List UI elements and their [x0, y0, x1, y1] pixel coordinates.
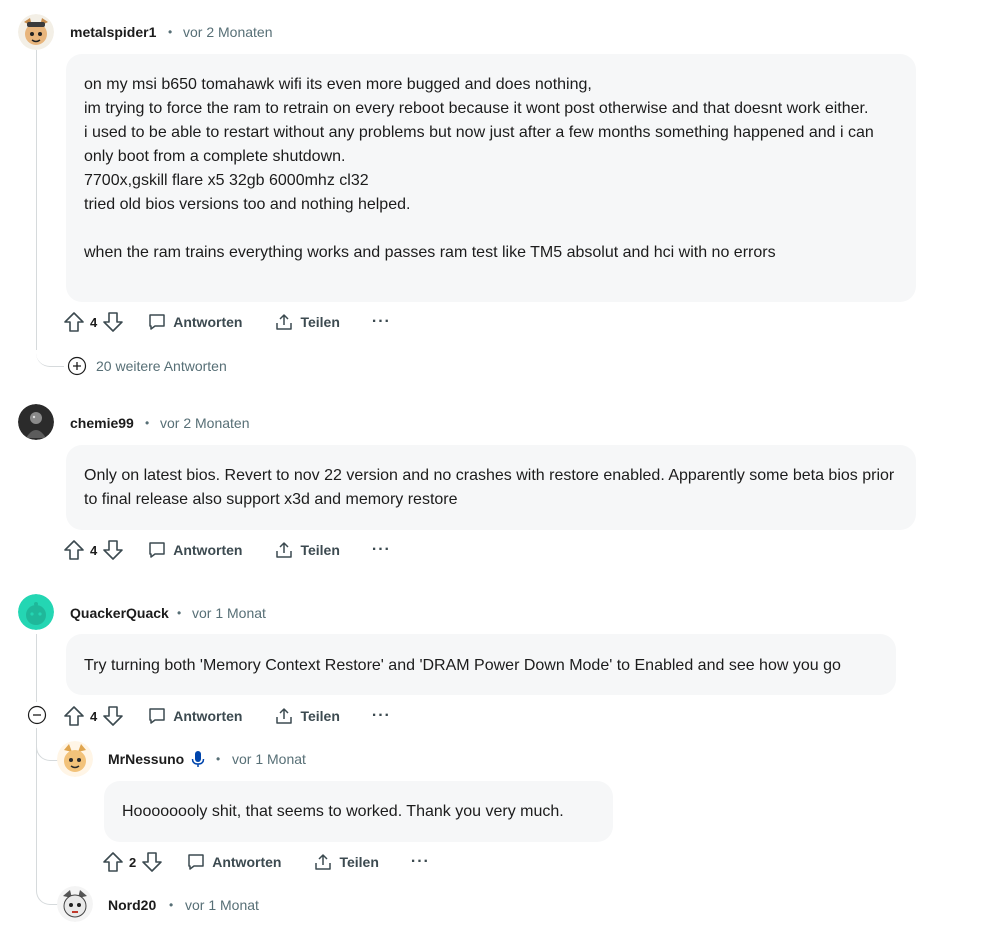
reply-button[interactable]: Antworten [147, 706, 242, 726]
timestamp[interactable]: vor 2 Monaten [160, 415, 250, 431]
reply-label: Antworten [173, 314, 243, 330]
more-options-button[interactable]: ··· [372, 541, 391, 559]
timestamp[interactable]: vor 1 Monat [185, 897, 259, 913]
username[interactable]: QuackerQuack [70, 605, 169, 621]
meta-separator: • [177, 606, 182, 620]
upvote-icon[interactable] [62, 310, 86, 334]
comment-text: on my msi b650 tomahawk wifi its even mo… [84, 76, 874, 261]
timestamp[interactable]: vor 1 Monat [232, 751, 306, 767]
avatar[interactable] [18, 594, 54, 630]
upvote-icon[interactable] [62, 538, 86, 562]
more-replies-link[interactable]: 20 weitere Antworten [67, 356, 227, 376]
username[interactable]: chemie99 [70, 415, 134, 431]
share-label: Teilen [339, 854, 379, 870]
comment-actions: 4 Antworten Teilen ··· [62, 308, 391, 336]
username[interactable]: metalspider1 [70, 24, 156, 40]
reply-label: Antworten [173, 708, 243, 724]
reply-label: Antworten [212, 854, 282, 870]
username[interactable]: Nord20 [108, 897, 156, 913]
upvote-icon[interactable] [62, 704, 86, 728]
thread-curve-metalspider [36, 340, 64, 367]
minus-circle-icon [27, 705, 47, 725]
share-button[interactable]: Teilen [274, 540, 340, 560]
avatar[interactable] [57, 741, 93, 777]
comment-icon [149, 542, 165, 558]
comment-text: Only on latest bios. Revert to nov 22 ve… [84, 467, 899, 508]
downvote-icon[interactable] [101, 310, 125, 334]
share-icon [315, 854, 332, 870]
comment-text: Hoooooooly shit, that seems to worked. T… [122, 803, 564, 820]
vote-count: 4 [90, 542, 98, 558]
share-icon [276, 708, 293, 724]
comment-icon [188, 854, 204, 870]
avatar[interactable] [18, 404, 54, 440]
more-replies-label: 20 weitere Antworten [96, 358, 227, 374]
share-button[interactable]: Teilen [313, 852, 379, 872]
microphone-icon [191, 751, 205, 773]
reply-button[interactable]: Antworten [186, 852, 281, 872]
comment-icon [149, 708, 165, 724]
avatar[interactable] [57, 886, 93, 922]
share-label: Teilen [300, 708, 340, 724]
meta-separator: • [168, 25, 173, 39]
more-options-button[interactable]: ··· [411, 853, 430, 871]
plus-circle-icon [67, 356, 87, 376]
share-icon [276, 314, 293, 330]
reply-button[interactable]: Antworten [147, 312, 242, 332]
downvote-icon[interactable] [140, 850, 164, 874]
reply-label: Antworten [173, 542, 243, 558]
meta-separator: • [145, 416, 150, 430]
vote-count: 4 [90, 314, 98, 330]
meta-separator: • [216, 752, 221, 766]
timestamp[interactable]: vor 2 Monaten [183, 24, 273, 40]
collapse-thread-button[interactable] [27, 705, 47, 725]
more-options-button[interactable]: ··· [372, 707, 391, 725]
timestamp[interactable]: vor 1 Monat [192, 605, 266, 621]
meta-separator: • [169, 898, 174, 912]
downvote-icon[interactable] [101, 704, 125, 728]
vote-count: 4 [90, 708, 98, 724]
upvote-icon[interactable] [101, 850, 125, 874]
share-button[interactable]: Teilen [274, 706, 340, 726]
thread-line-quacker[interactable] [36, 634, 37, 702]
avatar[interactable] [18, 14, 54, 50]
vote-count: 2 [129, 854, 137, 870]
share-button[interactable]: Teilen [274, 312, 340, 332]
reply-button[interactable]: Antworten [147, 540, 242, 560]
share-icon [276, 542, 293, 558]
thread-line-metalspider[interactable] [36, 50, 37, 350]
comment-icon [149, 314, 165, 330]
downvote-icon[interactable] [101, 538, 125, 562]
share-label: Teilen [300, 314, 340, 330]
username[interactable]: MrNessuno [108, 751, 184, 767]
comment-actions: 2 Antworten Teilen ··· [101, 848, 430, 876]
comment-text: Try turning both 'Memory Context Restore… [84, 657, 841, 674]
more-options-button[interactable]: ··· [372, 313, 391, 331]
comment-actions: 4 Antworten Teilen ··· [62, 536, 391, 564]
share-label: Teilen [300, 542, 340, 558]
comment-actions: 4 Antworten Teilen ··· [62, 702, 391, 730]
